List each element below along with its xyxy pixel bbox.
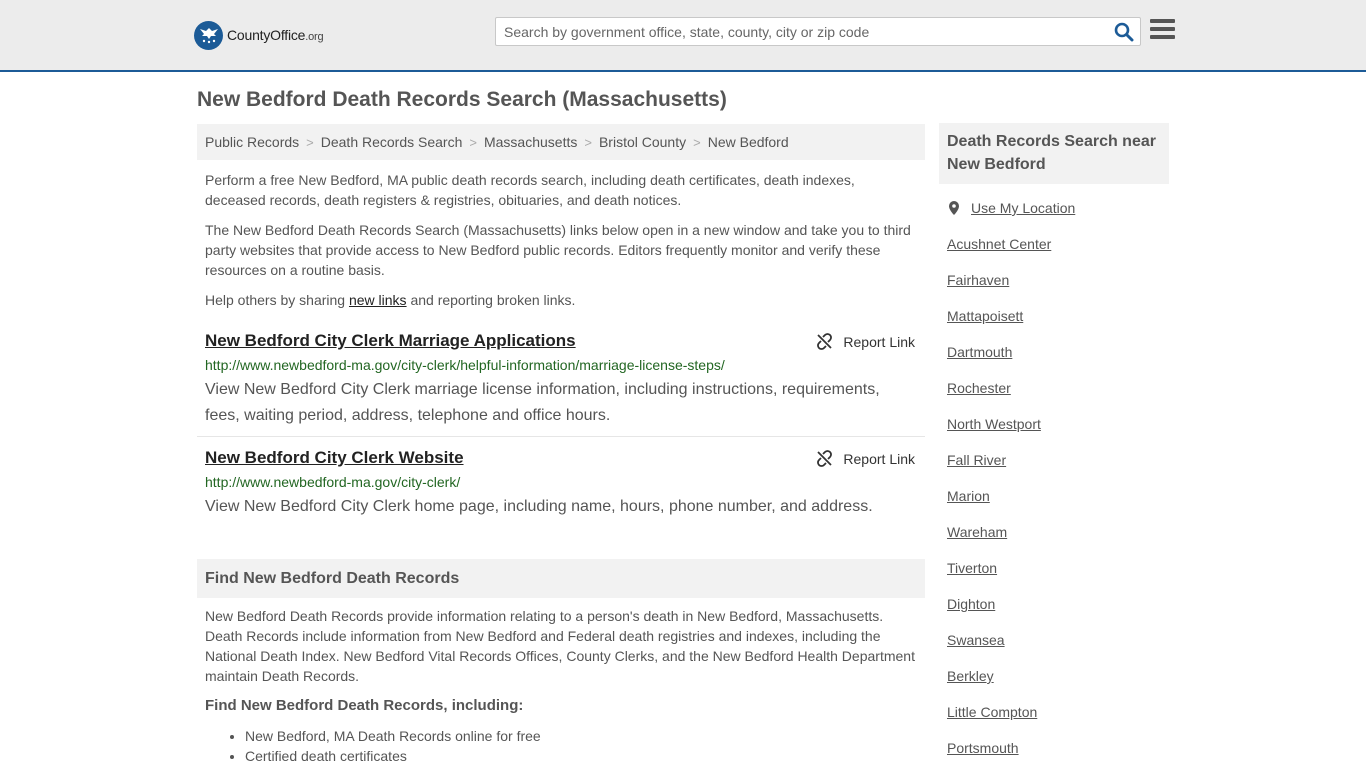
chevron-right-icon: > [469, 134, 477, 150]
nearby-place-link[interactable]: Berkley [947, 668, 994, 684]
report-link-button[interactable]: Report Link [816, 333, 915, 350]
intro-paragraph-2: The New Bedford Death Records Search (Ma… [205, 222, 911, 278]
divider [197, 436, 925, 437]
use-my-location-link[interactable]: Use My Location [947, 200, 1075, 216]
breadcrumb-bristol-county[interactable]: Bristol County [599, 134, 686, 150]
nearby-place-link[interactable]: Mattapoisett [947, 308, 1023, 324]
record-link-description: View New Bedford City Clerk marriage lic… [205, 381, 880, 424]
nearby-place-link[interactable]: Tiverton [947, 560, 997, 576]
breadcrumb-massachusetts[interactable]: Massachusetts [484, 134, 577, 150]
breadcrumb-new-bedford[interactable]: New Bedford [708, 134, 789, 150]
report-link-label: Report Link [843, 450, 915, 467]
site-header: CountyOffice.org [0, 0, 1366, 72]
chevron-right-icon: > [584, 134, 592, 150]
intro-text-before: Help others by sharing [205, 292, 349, 308]
list-item: New Bedford, MA Death Records online for… [245, 726, 541, 746]
breadcrumb: Public Records > Death Records Search > … [197, 124, 925, 160]
intro-paragraph-3: Help others by sharing new links and rep… [205, 290, 917, 310]
nearby-place-link[interactable]: Dartmouth [947, 344, 1012, 360]
nearby-place-link[interactable]: Wareham [947, 524, 1007, 540]
nearby-place-link[interactable]: Swansea [947, 632, 1005, 648]
map-pin-icon [949, 201, 959, 215]
report-link-button[interactable]: Report Link [816, 450, 915, 467]
nearby-place-link[interactable]: Fairhaven [947, 272, 1009, 288]
nearby-place-link[interactable]: Fall River [947, 452, 1006, 468]
chevron-right-icon: > [693, 134, 701, 150]
page-title: New Bedford Death Records Search (Massac… [197, 88, 727, 111]
intro-paragraph-1: Perform a free New Bedford, MA public de… [205, 172, 855, 208]
report-link-label: Report Link [843, 333, 915, 350]
hamburger-menu-icon[interactable] [1150, 19, 1175, 41]
record-link-title[interactable]: New Bedford City Clerk Marriage Applicat… [205, 331, 576, 351]
nearby-place-link[interactable]: North Westport [947, 416, 1041, 432]
record-link-url: http://www.newbedford-ma.gov/city-clerk/ [205, 474, 461, 490]
broken-link-icon [817, 450, 833, 467]
nearby-place-link[interactable]: Rochester [947, 380, 1011, 396]
find-records-heading: Find New Bedford Death Records [197, 559, 925, 598]
use-my-location-label: Use My Location [971, 200, 1076, 216]
record-link-url: http://www.newbedford-ma.gov/city-clerk/… [205, 357, 725, 373]
breadcrumb-death-records-search[interactable]: Death Records Search [321, 134, 463, 150]
intro-text-after: and reporting broken links. [406, 292, 576, 308]
eagle-logo-icon [194, 20, 223, 50]
find-records-subheading: Find New Bedford Death Records, includin… [205, 697, 524, 714]
record-link-description: View New Bedford City Clerk home page, i… [205, 498, 873, 515]
logo-tld: .org [305, 31, 324, 43]
search-icon[interactable] [1114, 22, 1134, 42]
logo-text: CountyOffice.org [227, 27, 324, 43]
sidebar-heading: Death Records Search near New Bedford [939, 123, 1169, 184]
nearby-place-link[interactable]: Little Compton [947, 704, 1037, 720]
search-box [495, 17, 1141, 46]
record-link-title[interactable]: New Bedford City Clerk Website [205, 448, 464, 468]
nearby-place-link[interactable]: Acushnet Center [947, 236, 1051, 252]
new-links-link[interactable]: new links [349, 292, 407, 308]
logo-name: CountyOffice [227, 27, 306, 43]
search-input[interactable] [496, 18, 1096, 45]
list-item: Certified death certificates [245, 746, 541, 766]
nearby-place-link[interactable]: Dighton [947, 596, 995, 612]
find-records-list: New Bedford, MA Death Records online for… [245, 726, 541, 766]
site-logo[interactable]: CountyOffice.org [194, 20, 324, 50]
nearby-place-link[interactable]: Marion [947, 488, 990, 504]
breadcrumb-public-records[interactable]: Public Records [205, 134, 299, 150]
find-records-body: New Bedford Death Records provide inform… [205, 608, 915, 684]
broken-link-icon [817, 333, 833, 350]
chevron-right-icon: > [306, 134, 314, 150]
nearby-place-link[interactable]: Portsmouth [947, 740, 1019, 756]
